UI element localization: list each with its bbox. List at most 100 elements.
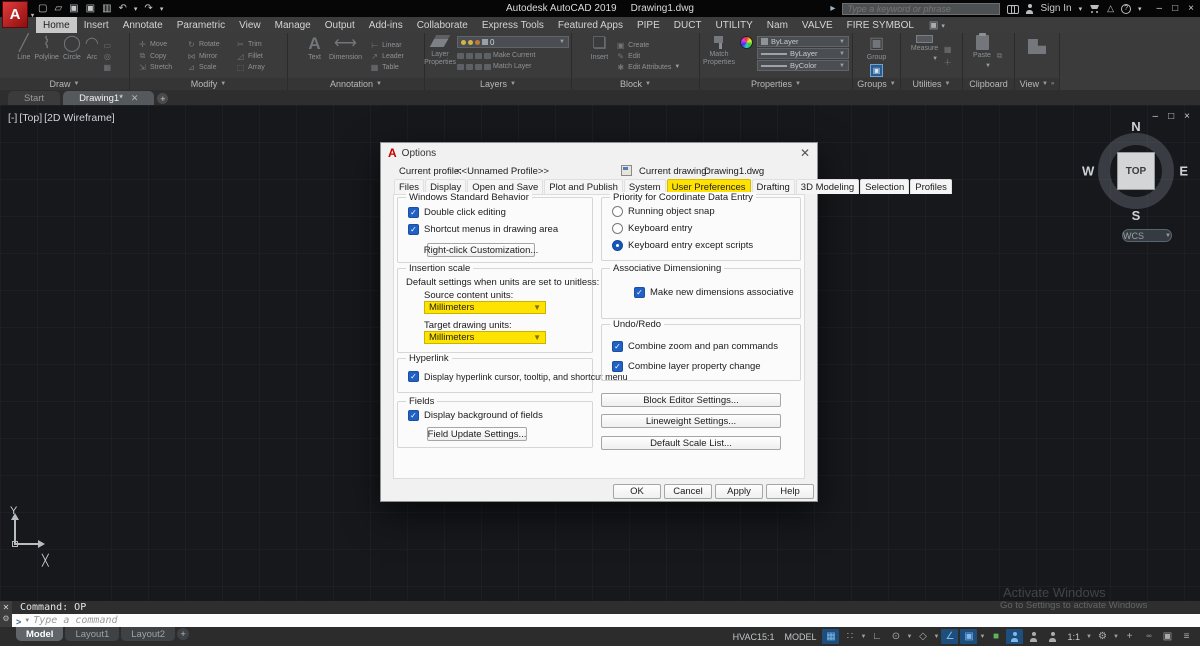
trim-tool[interactable]: Trim	[236, 40, 279, 49]
group-tool[interactable]: Group	[867, 35, 886, 62]
isometric-drafting-toggle[interactable]	[914, 629, 931, 644]
checkbox-checked-icon[interactable]	[612, 341, 623, 352]
panel-label-view[interactable]: View▼»	[1015, 78, 1059, 90]
autoscale-toggle[interactable]	[1025, 629, 1042, 644]
ellipse-tool[interactable]	[103, 52, 112, 61]
right-click-customization-button[interactable]: Right-click Customization...	[427, 243, 535, 257]
edit-attributes-tool[interactable]: Edit Attributes▼	[616, 63, 680, 72]
layer-properties-tool[interactable]: Layer Properties	[427, 35, 453, 77]
viewport-view-control[interactable]: [Top]	[19, 112, 42, 124]
search-input[interactable]	[842, 3, 1000, 15]
insert-block-tool[interactable]: Insert	[591, 35, 609, 77]
ok-button[interactable]: OK	[613, 484, 661, 499]
ribbon-tab-manage[interactable]: Manage	[268, 17, 318, 33]
rotate-tool[interactable]: Rotate	[187, 40, 230, 49]
quick-calculator-tool[interactable]	[943, 45, 952, 54]
rectangle-tool[interactable]	[103, 41, 112, 50]
tab-3d-modeling[interactable]: 3D Modeling	[796, 179, 859, 194]
paste-tool[interactable]: Paste▼	[973, 35, 991, 77]
annotation-scale-dropdown-icon[interactable]: ▼	[1086, 634, 1092, 640]
checkbox-checked-icon[interactable]	[612, 361, 623, 372]
panel-label-utilities[interactable]: Utilities▼	[901, 78, 962, 90]
copy-tool[interactable]: Copy	[138, 51, 181, 61]
ribbon-tab-pipe[interactable]: PIPE	[630, 17, 667, 33]
search-arrow-icon[interactable]	[830, 3, 835, 14]
source-content-units-dropdown[interactable]: Millimeters▼	[424, 301, 546, 314]
checkbox-checked-icon[interactable]	[634, 287, 645, 298]
viewcube-north[interactable]: N	[1131, 119, 1140, 134]
sign-in-dropdown-icon[interactable]	[1079, 3, 1083, 14]
layout-tab-model[interactable]: Model	[16, 627, 63, 641]
undo-icon[interactable]	[119, 0, 127, 17]
grid-toggle[interactable]	[822, 629, 839, 644]
display-hyperlink-cursor-row[interactable]: Display hyperlink cursor, tooltip, and s…	[408, 371, 628, 382]
target-drawing-units-dropdown[interactable]: Millimeters▼	[424, 331, 546, 344]
selection-cycling-toggle[interactable]	[987, 629, 1004, 644]
dimension-tool[interactable]: Dimension	[329, 35, 362, 77]
edit-block-tool[interactable]: Edit	[616, 52, 680, 61]
tab-selection[interactable]: Selection	[860, 179, 909, 194]
id-point-tool[interactable]	[943, 57, 952, 68]
panel-label-block[interactable]: Block▼	[572, 78, 699, 90]
minimize-icon[interactable]	[1153, 111, 1159, 122]
panel-label-annotation[interactable]: Annotation▼	[288, 78, 424, 90]
circle-tool[interactable]: Circle	[63, 35, 81, 77]
save-as-icon[interactable]	[86, 0, 95, 17]
ortho-toggle[interactable]	[868, 629, 885, 644]
save-icon[interactable]	[69, 0, 78, 17]
object-snap-tracking-toggle[interactable]	[941, 629, 958, 644]
default-scale-list-button[interactable]: Default Scale List...	[601, 436, 781, 450]
new-drawing-tab-button[interactable]: +	[157, 93, 168, 104]
restore-icon[interactable]	[1172, 3, 1178, 14]
make-new-dimensions-associative-row[interactable]: Make new dimensions associative	[634, 287, 794, 298]
scale-tool[interactable]: Scale	[187, 63, 230, 72]
annotation-scale-person[interactable]	[1044, 629, 1061, 644]
table-tool[interactable]: Table	[370, 63, 404, 72]
group-selection-toggle[interactable]	[870, 64, 883, 77]
customize-wrench-icon[interactable]	[2, 614, 9, 623]
object-snap-toggle[interactable]	[960, 629, 977, 644]
ribbon-tab-addins[interactable]: Add-ins	[362, 17, 410, 33]
help-dropdown-icon[interactable]	[1138, 3, 1142, 14]
layout-tab-layout1[interactable]: Layout1	[65, 627, 119, 641]
panel-label-draw[interactable]: Draw▼	[0, 78, 129, 90]
model-space-button[interactable]: MODEL	[780, 632, 820, 642]
panel-label-layers[interactable]: Layers▼	[425, 78, 571, 90]
undo-dropdown-icon[interactable]	[134, 0, 138, 18]
block-editor-settings-button[interactable]: Block Editor Settings...	[601, 393, 781, 407]
mirror-tool[interactable]: Mirror	[187, 51, 230, 61]
combine-layer-property-row[interactable]: Combine layer property change	[612, 361, 761, 372]
redo-icon[interactable]	[144, 0, 152, 17]
command-input[interactable]	[33, 615, 1200, 626]
binoculars-search-icon[interactable]	[1007, 5, 1019, 13]
ribbon-tab-featured-apps[interactable]: Featured Apps	[551, 17, 630, 33]
double-click-editing-row[interactable]: Double click editing	[408, 207, 506, 218]
wcs-selector[interactable]: WCS▼	[1122, 229, 1172, 242]
checkbox-checked-icon[interactable]	[408, 371, 419, 382]
polar-tracking-toggle[interactable]	[887, 629, 904, 644]
viewcube-east[interactable]: E	[1179, 164, 1188, 179]
annotation-visibility-toggle[interactable]	[1006, 629, 1023, 644]
hatch-tool[interactable]	[103, 63, 112, 72]
polar-dropdown-icon[interactable]: ▼	[906, 634, 912, 640]
dialog-close-icon[interactable]: ✕	[800, 146, 810, 160]
viewcube[interactable]: N S W E TOP	[1088, 123, 1184, 219]
annotation-scale-button[interactable]: 1:1	[1063, 632, 1084, 642]
hvac-scale-button[interactable]: HVAC15:1	[729, 632, 779, 642]
ribbon-tab-fire-symbol[interactable]: FIRE SYMBOL	[840, 17, 921, 33]
viewport-visual-style-control[interactable]: [2D Wireframe]	[44, 112, 115, 124]
display-background-of-fields-row[interactable]: Display background of fields	[408, 410, 543, 421]
checkbox-checked-icon[interactable]	[408, 224, 419, 235]
match-layer-tool[interactable]: Match Layer	[457, 61, 569, 72]
line-tool[interactable]: Line	[17, 35, 30, 77]
viewcube-top-face[interactable]: TOP	[1117, 152, 1155, 190]
ribbon-tab-home[interactable]: Home	[36, 17, 77, 33]
viewcube-west[interactable]: W	[1082, 164, 1094, 179]
help-button[interactable]: Help	[766, 484, 814, 499]
panel-label-clipboard[interactable]: Clipboard	[963, 78, 1014, 90]
close-icon[interactable]	[1188, 3, 1194, 14]
qat-customize-icon[interactable]	[160, 0, 164, 18]
make-current-tool[interactable]: Make Current	[457, 50, 569, 61]
radio-unselected-icon[interactable]	[612, 223, 623, 234]
close-tab-icon[interactable]: ✕	[131, 93, 139, 104]
